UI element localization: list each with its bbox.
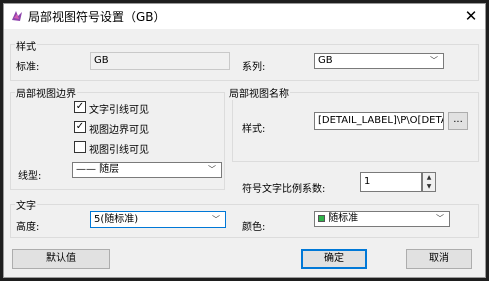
height-label: 高度: bbox=[16, 222, 40, 233]
standard-field: GB bbox=[90, 52, 230, 70]
spin-down-icon[interactable]: ▼ bbox=[423, 182, 435, 191]
default-values-button[interactable]: 默认值 bbox=[12, 249, 110, 269]
app-icon bbox=[10, 9, 24, 23]
series-select-value: GB bbox=[318, 55, 333, 66]
cancel-button[interactable]: 取消 bbox=[406, 249, 472, 269]
chevron-down-icon: ﹀ bbox=[430, 56, 438, 65]
browse-button[interactable]: ... bbox=[448, 112, 468, 130]
scale-factor-label: 符号文字比例系数: bbox=[242, 184, 326, 195]
ok-button[interactable]: 确定 bbox=[301, 249, 367, 269]
name-style-input[interactable]: [DETAIL_LABEL]\P\O[DETAIL_ bbox=[314, 112, 444, 130]
linetype-select-value: —— 随层 bbox=[76, 164, 120, 175]
view-leader-visible-label: 视图引线可见 bbox=[89, 145, 149, 156]
text-group-title: 文字 bbox=[15, 197, 37, 212]
title-bar: 局部视图符号设置（GB） ✕ bbox=[4, 4, 485, 29]
series-label: 系列: bbox=[242, 62, 266, 73]
color-select[interactable]: 随标准 ﹀ bbox=[314, 211, 450, 227]
dialog-window: 局部视图符号设置（GB） ✕ 样式 标准: GB 系列: GB ﹀ 局部视图边界… bbox=[3, 3, 486, 278]
scale-factor-spinner[interactable]: ▲ ▼ bbox=[422, 172, 436, 192]
view-boundary-visible-label: 视图边界可见 bbox=[89, 125, 149, 136]
height-select-value: 5(随标准) bbox=[94, 214, 139, 225]
color-select-value: 随标准 bbox=[328, 213, 359, 224]
view-leader-visible-checkbox[interactable] bbox=[74, 141, 86, 153]
height-select[interactable]: 5(随标准) ﹀ bbox=[90, 211, 226, 228]
chevron-down-icon: ﹀ bbox=[436, 214, 444, 223]
name-style-label: 样式: bbox=[242, 124, 266, 135]
linetype-select[interactable]: —— 随层 ﹀ bbox=[72, 162, 222, 178]
style-group-title: 样式 bbox=[15, 38, 37, 53]
spin-up-icon[interactable]: ▲ bbox=[423, 173, 435, 182]
text-leader-visible-checkbox[interactable]: ✓ bbox=[74, 101, 86, 113]
chevron-down-icon: ﹀ bbox=[212, 215, 220, 224]
view-boundary-visible-checkbox[interactable]: ✓ bbox=[74, 121, 86, 133]
boundary-group-title: 局部视图边界 bbox=[15, 85, 77, 100]
name-group-title: 局部视图名称 bbox=[228, 85, 290, 100]
standard-label: 标准: bbox=[16, 62, 40, 73]
close-icon[interactable]: ✕ bbox=[460, 6, 482, 26]
scale-factor-input[interactable]: 1 bbox=[360, 172, 422, 192]
color-swatch bbox=[318, 214, 325, 222]
series-select[interactable]: GB ﹀ bbox=[314, 53, 444, 69]
window-title: 局部视图符号设置（GB） bbox=[28, 10, 166, 24]
linetype-label: 线型: bbox=[18, 171, 42, 182]
text-leader-visible-label: 文字引线可见 bbox=[89, 105, 149, 116]
color-label: 颜色: bbox=[242, 222, 266, 233]
chevron-down-icon: ﹀ bbox=[208, 165, 216, 174]
